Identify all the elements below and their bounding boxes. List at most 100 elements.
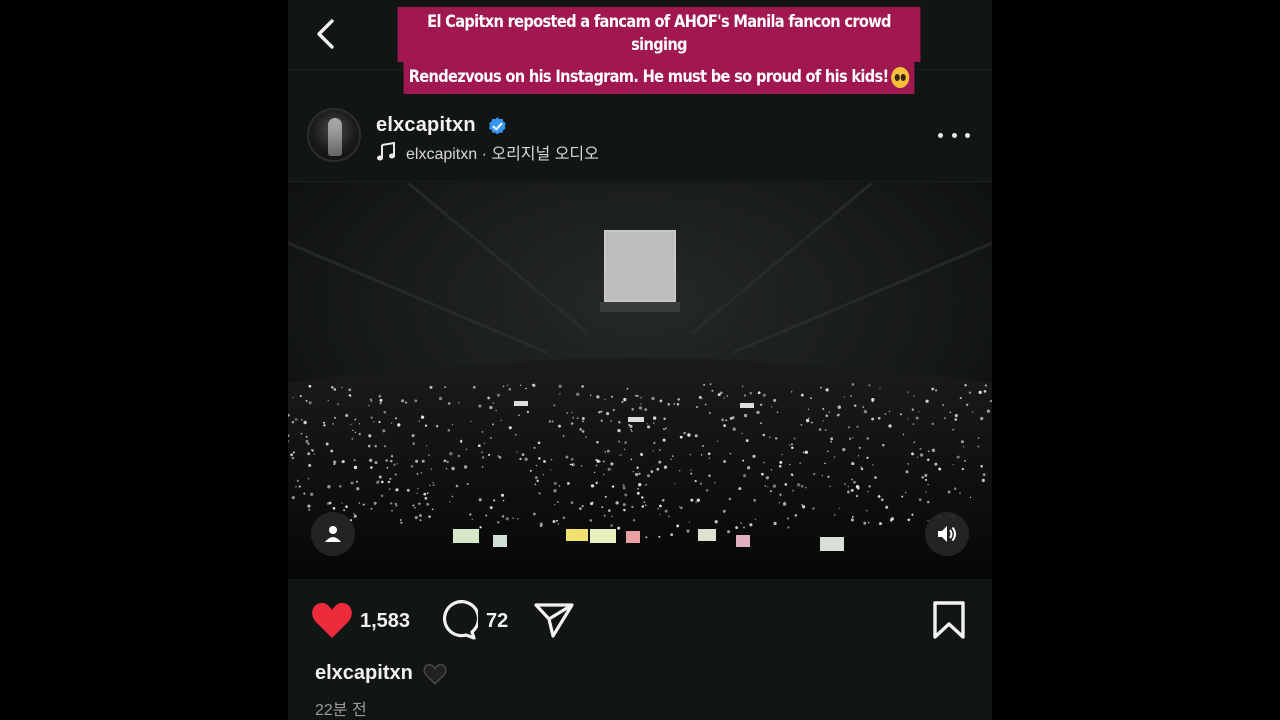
lightstick-dot <box>353 465 358 470</box>
comment-count[interactable]: 72 <box>486 610 508 633</box>
lightstick-dot <box>743 474 747 478</box>
lightstick-dot <box>907 391 909 393</box>
lightstick-dot <box>623 398 627 402</box>
user-tag-button[interactable] <box>311 512 355 556</box>
lightstick-dot <box>432 484 435 487</box>
caption-line-1: El Capitxn reposted a fancam of AHOF's M… <box>397 7 921 62</box>
lightstick-dot <box>741 432 743 435</box>
lightstick-dot <box>924 473 928 477</box>
lightstick-dot <box>338 484 342 488</box>
lightstick-dot <box>868 384 871 387</box>
lightstick-dot <box>789 444 791 446</box>
lightstick-dot <box>303 492 306 495</box>
lightstick-dot <box>537 441 541 445</box>
lightstick-dot <box>379 402 382 405</box>
lightstick-dot <box>390 455 394 458</box>
lightstick-dot <box>617 526 621 530</box>
comment-button[interactable] <box>438 600 481 645</box>
avatar[interactable] <box>307 108 361 162</box>
lightstick-dot <box>913 441 916 444</box>
lightstick-dot <box>458 401 460 404</box>
lightstick-dot <box>470 420 472 423</box>
action-bar: 1,583 72 <box>288 590 992 652</box>
lightstick-dot <box>866 437 869 440</box>
lightstick-dot <box>915 416 919 420</box>
lightstick-dot <box>989 400 992 403</box>
caption-owner-username[interactable]: elxcapitxn <box>315 662 413 685</box>
lightstick-dot <box>852 437 854 439</box>
lightstick-dot <box>818 428 822 431</box>
lightstick-dot <box>804 450 807 453</box>
verified-badge-icon <box>489 117 506 135</box>
lightstick-dot <box>636 491 640 495</box>
lightstick-dot <box>911 452 914 456</box>
lightstick-dot <box>843 396 846 398</box>
lightstick-dot <box>679 435 683 439</box>
lightstick-dot <box>332 506 336 510</box>
black-heart-icon <box>423 663 447 685</box>
lightstick-dot <box>838 507 841 510</box>
lightstick-dot <box>968 391 972 394</box>
post-username[interactable]: elxcapitxn <box>376 114 476 137</box>
lightstick-dot <box>557 523 560 525</box>
lightstick-dot <box>882 443 885 447</box>
lightstick-dot <box>325 442 329 446</box>
lightstick-dot <box>581 505 584 508</box>
lightstick-dot <box>604 495 607 498</box>
lightstick-dot <box>935 389 938 392</box>
lightstick-dot <box>399 518 402 522</box>
lightstick-dot <box>689 453 692 456</box>
lightstick-dot <box>611 485 615 488</box>
lightstick-dot <box>581 417 585 420</box>
lightstick-dot <box>770 490 772 492</box>
lightstick-dot <box>789 463 791 466</box>
lightstick-dot <box>624 441 627 444</box>
lightstick-dot <box>291 495 295 500</box>
lightstick-dot <box>783 501 787 505</box>
lightstick-dot <box>638 406 642 410</box>
audio-row[interactable]: elxcapitxn · 오리지널 오디오 <box>376 140 599 164</box>
save-button[interactable] <box>932 600 966 645</box>
lightstick-dot <box>622 486 626 490</box>
lightstick-dot <box>429 385 433 389</box>
lightstick-dot <box>907 418 909 420</box>
lightstick-dot <box>404 401 408 404</box>
lightstick-dot <box>980 465 983 468</box>
lightstick-dot <box>579 507 582 510</box>
lightstick-dot <box>981 478 985 483</box>
pleading-face-emoji-icon <box>891 66 910 88</box>
lightstick-dot <box>385 459 388 462</box>
lightstick-dot <box>802 451 805 454</box>
lightstick-dot <box>986 409 991 413</box>
lightstick-dot <box>636 466 639 469</box>
like-button[interactable] <box>310 600 354 645</box>
lightstick-dot <box>762 433 766 437</box>
lightstick-dot <box>638 472 641 475</box>
lightstick-dot <box>877 495 881 498</box>
lightstick-dot <box>640 396 642 399</box>
lightstick-dot <box>581 420 584 423</box>
lightstick-dot <box>553 489 557 493</box>
lightstick-dot <box>430 468 433 470</box>
like-count[interactable]: 1,583 <box>360 610 410 633</box>
lightstick-dot <box>457 454 461 458</box>
lightstick-dot <box>472 385 476 389</box>
lightstick-dot <box>305 439 309 443</box>
lightstick-dot <box>291 456 295 460</box>
lightstick-dot <box>861 468 864 471</box>
lightstick-dot <box>518 414 520 417</box>
lightstick-dot <box>305 435 308 438</box>
post-video[interactable] <box>288 183 992 579</box>
lightstick-dot <box>602 473 605 476</box>
share-button[interactable] <box>533 600 575 645</box>
lightstick-dot <box>557 424 562 428</box>
more-options-button[interactable] <box>938 128 970 142</box>
lightstick-dot <box>500 493 505 497</box>
lightstick-dot <box>490 437 492 439</box>
lightstick-dot <box>767 486 769 488</box>
lightstick-dot <box>610 420 612 422</box>
mute-button[interactable] <box>925 512 969 556</box>
lightstick-dot <box>978 437 980 439</box>
lightstick-dot <box>356 487 360 491</box>
lightstick-dot <box>445 467 448 470</box>
